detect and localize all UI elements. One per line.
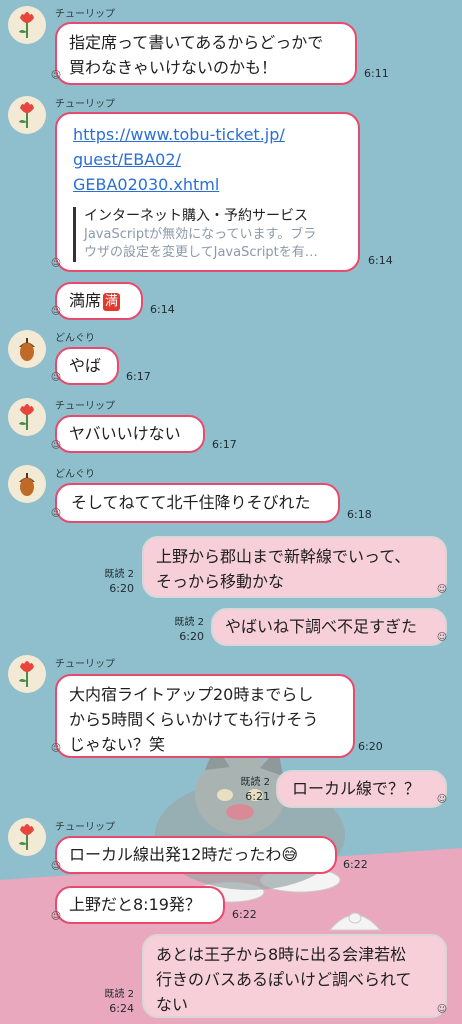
reaction-icon[interactable]: ☺ — [50, 440, 62, 452]
message-text: 指定席って書いてあるからどっかで — [69, 33, 324, 52]
message-text: 大内宿ライトアップ20時までらし — [69, 685, 314, 704]
reaction-icon[interactable]: ☺ — [50, 306, 62, 318]
reaction-icon[interactable]: ☺ — [50, 372, 62, 384]
message-time: 6:14 — [368, 254, 393, 267]
message-bubble[interactable]: 満席満 — [55, 282, 143, 320]
message-text: そっから移動かな — [156, 572, 285, 591]
message-bubble[interactable]: やば — [55, 347, 119, 385]
avatar-tulip[interactable] — [8, 655, 46, 693]
message-text: ヤバいいけない — [69, 424, 181, 443]
message-text: ローカル線で？？ — [292, 779, 421, 798]
message-time: 6:18 — [347, 508, 372, 521]
reaction-icon[interactable]: ☺ — [436, 584, 448, 596]
message-bubble[interactable]: 上野だと8:19発？ — [55, 886, 225, 924]
full-badge-icon: 満 — [103, 293, 121, 311]
link-preview[interactable]: インターネット購入・予約サービス JavaScriptが無効になっています。ブラ… — [73, 207, 342, 262]
message-text: ない — [156, 995, 189, 1014]
preview-description: JavaScriptが無効になっています。ブラ — [84, 227, 317, 242]
message-text: 買わなきゃいけないのかも！ — [69, 58, 278, 77]
message-time: 6:24 — [109, 1002, 134, 1015]
link-url[interactable]: guest/EBA02/ — [73, 147, 342, 172]
my-message-bubble[interactable]: あとは王子から8時に出る会津若松 行きのバスあるぽいけど調べられて ない — [142, 934, 447, 1018]
sender-name: チューリップ — [55, 99, 115, 110]
tulip-icon — [19, 404, 34, 430]
message-text: 上野から郡山まで新幹線でいって、 — [156, 547, 411, 566]
sender-name: チューリップ — [55, 822, 115, 833]
sender-name: チューリップ — [55, 659, 115, 670]
my-message-bubble[interactable]: ローカル線で？？ — [276, 770, 447, 808]
message-text: あとは王子から8時に出る会津若松 — [156, 945, 407, 964]
message-time: 6:11 — [364, 67, 389, 80]
sender-name: チューリップ — [55, 401, 115, 412]
avatar-acorn[interactable] — [8, 330, 46, 368]
message-time: 6:22 — [343, 858, 368, 871]
message-time: 6:22 — [232, 908, 257, 921]
reaction-icon[interactable]: ☺ — [50, 258, 62, 270]
tulip-icon — [19, 12, 34, 38]
message-text: ローカル線出発12時だったわ😅 — [69, 845, 299, 864]
reaction-icon[interactable]: ☺ — [436, 632, 448, 644]
link-url[interactable]: https://www.tobu-ticket.jp/ — [73, 122, 342, 147]
reaction-icon[interactable]: ☺ — [50, 911, 62, 923]
reaction-icon[interactable]: ☺ — [50, 508, 62, 520]
reaction-icon[interactable]: ☺ — [436, 1004, 448, 1016]
message-bubble[interactable]: ローカル線出発12時だったわ😅 — [55, 836, 337, 874]
message-time: 6:20 — [358, 740, 383, 753]
avatar-tulip[interactable] — [8, 6, 46, 44]
tulip-icon — [19, 102, 34, 128]
read-receipt: 既読 2 — [104, 569, 134, 580]
reaction-icon[interactable]: ☺ — [50, 861, 62, 873]
read-receipt: 既読 2 — [104, 989, 134, 1000]
read-receipt: 既読 2 — [174, 617, 204, 628]
message-time: 6:20 — [179, 630, 204, 643]
message-text: 満席 — [69, 291, 102, 310]
message-time: 6:17 — [212, 438, 237, 451]
reaction-icon[interactable]: ☺ — [50, 743, 62, 755]
link-bubble[interactable]: https://www.tobu-ticket.jp/ guest/EBA02/… — [55, 112, 360, 272]
sender-name: チューリップ — [55, 9, 115, 20]
message-bubble[interactable]: 大内宿ライトアップ20時までらし から5時間くらいかけても行けそう じゃない？笑 — [55, 674, 355, 758]
tulip-icon — [19, 661, 34, 687]
message-text: 行きのバスあるぽいけど調べられて — [156, 970, 412, 989]
message-text: やば — [69, 356, 102, 375]
message-time: 6:21 — [245, 790, 270, 803]
reaction-icon[interactable]: ☺ — [436, 794, 448, 806]
preview-title: インターネット購入・予約サービス — [84, 208, 308, 224]
my-message-bubble[interactable]: 上野から郡山まで新幹線でいって、 そっから移動かな — [142, 536, 447, 598]
preview-description: ウザの設定を変更してJavaScriptを有… — [84, 245, 318, 260]
sender-name: どんぐり — [55, 333, 95, 344]
message-bubble[interactable]: そしてねてて北千住降りそびれた — [55, 483, 340, 523]
message-time: 6:17 — [126, 370, 151, 383]
my-message-bubble[interactable]: やばいね下調べ不足すぎた — [211, 608, 447, 646]
link-url[interactable]: GEBA02030.xhtml — [73, 172, 342, 197]
message-bubble[interactable]: 指定席って書いてあるからどっかで 買わなきゃいけないのかも！ — [55, 22, 357, 85]
avatar-acorn[interactable] — [8, 465, 46, 503]
message-time: 6:14 — [150, 303, 175, 316]
message-text: そしてねてて北千住降りそびれた — [71, 493, 311, 512]
message-text: 上野だと8:19発？ — [69, 895, 201, 914]
message-time: 6:20 — [109, 582, 134, 595]
tulip-icon — [19, 824, 34, 850]
message-text: やばいね下調べ不足すぎた — [225, 617, 418, 636]
avatar-tulip[interactable] — [8, 818, 46, 856]
message-bubble[interactable]: ヤバいいけない — [55, 415, 205, 453]
reaction-icon[interactable]: ☺ — [50, 70, 62, 82]
avatar-tulip[interactable] — [8, 398, 46, 436]
sender-name: どんぐり — [55, 469, 95, 480]
message-text: から5時間くらいかけても行けそう — [69, 710, 319, 729]
avatar-tulip[interactable] — [8, 96, 46, 134]
acorn-icon — [19, 473, 35, 496]
message-text: じゃない？笑 — [69, 735, 166, 754]
acorn-icon — [19, 338, 35, 361]
read-receipt: 既読 2 — [240, 777, 270, 788]
